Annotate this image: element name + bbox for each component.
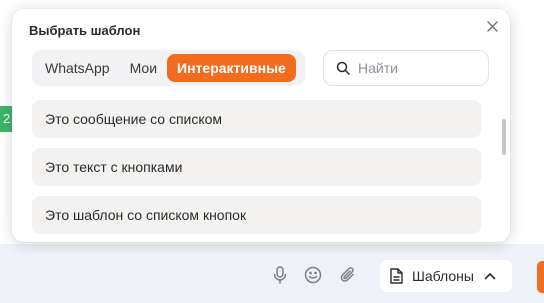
side-badge-text: 2 <box>3 111 11 126</box>
document-icon <box>390 268 404 284</box>
emoji-icon[interactable] <box>302 264 324 286</box>
close-icon[interactable] <box>484 18 500 34</box>
paperclip-icon[interactable] <box>337 264 359 286</box>
search-input[interactable] <box>358 60 478 76</box>
template-picker-popup: Выбрать шаблон WhatsApp Мои Интерактивны… <box>12 9 510 242</box>
tab-interactive[interactable]: Интерактивные <box>167 54 296 82</box>
list-item[interactable]: Это текст с кнопками <box>32 148 481 186</box>
template-tabs: WhatsApp Мои Интерактивные <box>32 50 305 86</box>
list-item[interactable]: Это шаблон со списком кнопок <box>32 196 481 234</box>
side-badge: 2 <box>0 106 12 132</box>
send-button[interactable] <box>537 261 544 293</box>
microphone-icon[interactable] <box>269 264 291 286</box>
tab-whatsapp[interactable]: WhatsApp <box>35 54 120 82</box>
template-list: Это сообщение со списком Это текст с кно… <box>32 99 481 242</box>
templates-button[interactable]: Шаблоны <box>380 260 512 292</box>
chevron-up-icon <box>484 272 496 280</box>
tab-mine[interactable]: Мои <box>120 54 167 82</box>
list-scrollbar[interactable] <box>502 119 506 155</box>
list-item[interactable]: Это сообщение со списком <box>32 100 481 138</box>
search-box[interactable] <box>323 50 489 86</box>
popup-title: Выбрать шаблон <box>29 23 141 38</box>
search-icon <box>336 61 350 75</box>
templates-button-label: Шаблоны <box>412 268 474 284</box>
